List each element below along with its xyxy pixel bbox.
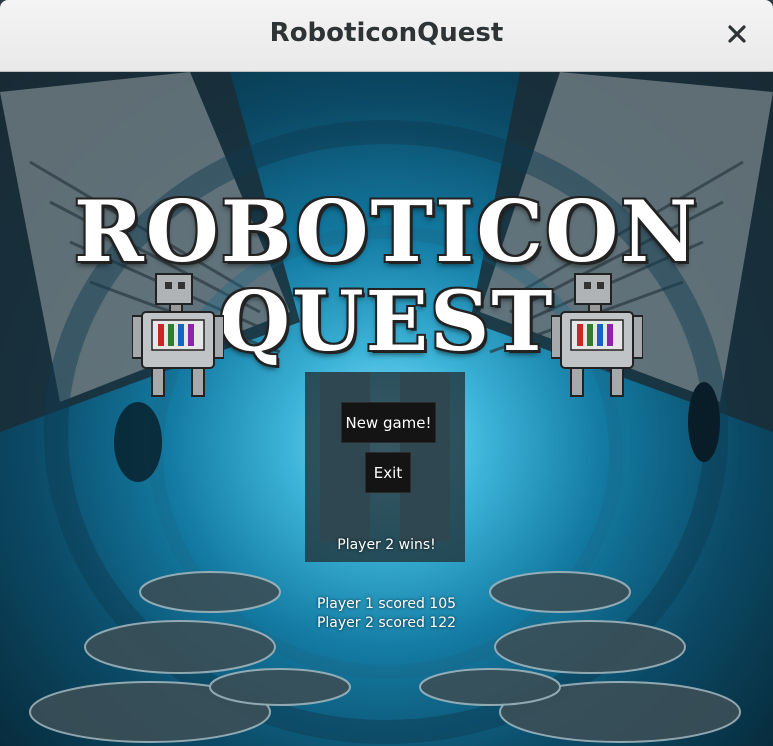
robot-icon [132,273,224,397]
window-title: RoboticonQuest [269,18,504,48]
logo-line-2: QUEST [218,274,555,370]
player1-score: Player 1 scored 105 [316,596,457,612]
robot-icon [551,273,643,397]
close-icon[interactable] [725,22,749,46]
new-game-button[interactable]: New game! [341,402,436,443]
winner-message: Player 2 wins! [337,537,436,553]
exit-button[interactable]: Exit [365,452,411,493]
player2-score: Player 2 scored 122 [316,615,457,631]
game-menu-screen: ROBOTICON QUEST New game! Exit Player 2 … [0,72,773,746]
logo-line-1: ROBOTICON [73,182,700,281]
game-logo: ROBOTICON QUEST [0,172,773,372]
window-titlebar: RoboticonQuest [0,0,773,72]
